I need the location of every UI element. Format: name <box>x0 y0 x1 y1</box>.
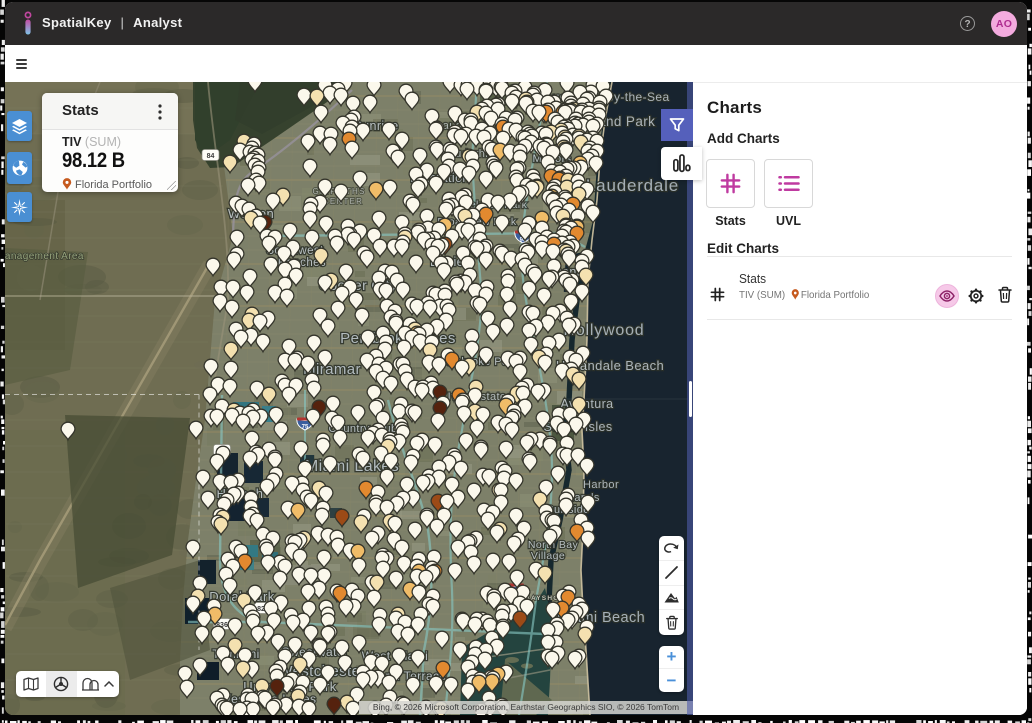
svg-text:84: 84 <box>207 153 215 160</box>
svg-text:Management Area: Management Area <box>5 251 84 262</box>
svg-text:Village: Village <box>531 550 565 562</box>
svg-text:75: 75 <box>302 425 309 431</box>
svg-text:Harbor: Harbor <box>583 479 619 491</box>
